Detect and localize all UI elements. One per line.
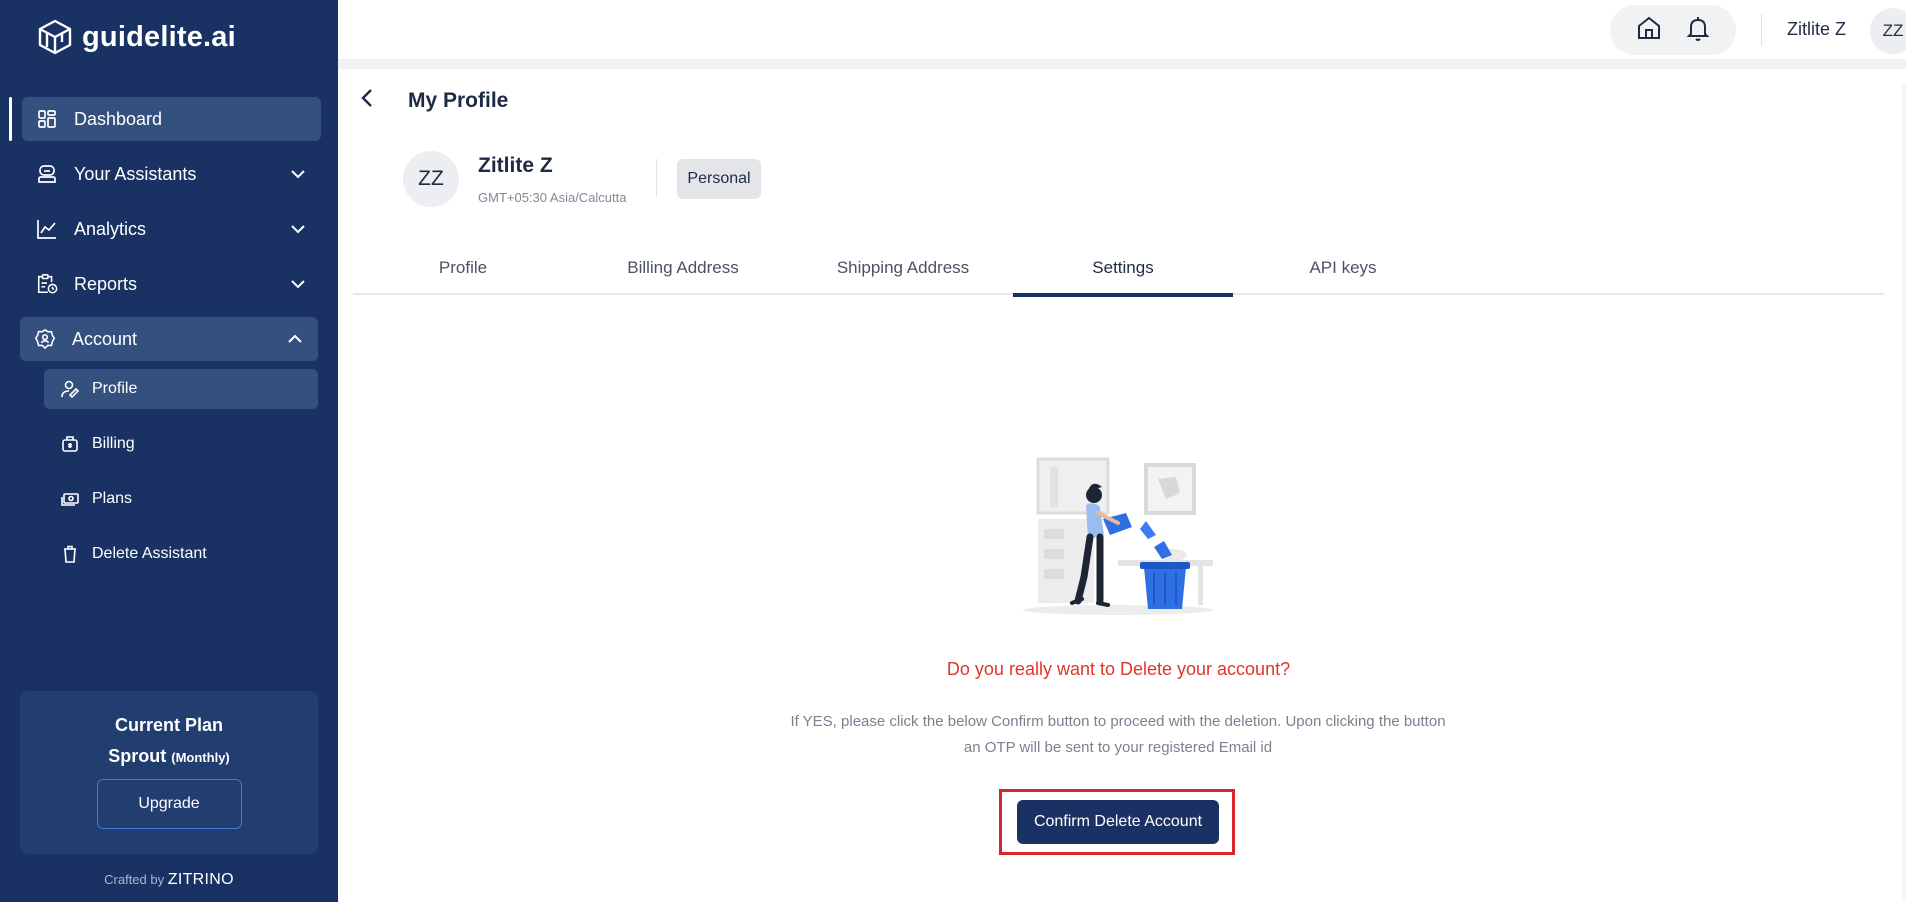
- active-indicator: [9, 97, 12, 141]
- chevron-down-icon: [291, 170, 305, 179]
- bell-icon[interactable]: [1684, 14, 1712, 47]
- tab-settings[interactable]: Settings: [1013, 250, 1233, 297]
- chevron-up-icon: [288, 334, 302, 343]
- plan-period: (Monthly): [171, 750, 230, 765]
- delete-description: If YES, please click the below Confirm b…: [740, 709, 1496, 761]
- delete-confirmation-question: Do you really want to Delete your accoun…: [946, 659, 1291, 679]
- sidebar-item-your-assistants[interactable]: Your Assistants: [22, 152, 321, 196]
- sidebar-subitem-plans[interactable]: Plans: [44, 479, 318, 519]
- profile-avatar: ZZ: [403, 151, 459, 207]
- delete-account-illustration: [1023, 457, 1213, 615]
- home-icon[interactable]: [1635, 14, 1663, 47]
- sidebar-subitem-label: Plans: [92, 490, 133, 507]
- money-icon: [60, 489, 80, 509]
- tab-profile[interactable]: Profile: [353, 250, 573, 295]
- sidebar-item-dashboard[interactable]: Dashboard: [22, 97, 321, 141]
- sidebar-subitem-profile[interactable]: Profile: [44, 369, 318, 409]
- confirm-delete-account-button[interactable]: Confirm Delete Account: [1017, 800, 1219, 844]
- current-plan-card: Current Plan Sprout (Monthly) Upgrade: [20, 691, 318, 854]
- sidebar-item-reports[interactable]: Reports: [22, 262, 321, 306]
- sidebar-subitem-label: Delete Assistant: [92, 545, 207, 562]
- dashboard-icon: [36, 108, 58, 130]
- sidebar-item-label: Dashboard: [74, 108, 163, 129]
- sidebar-item-analytics[interactable]: Analytics: [22, 207, 321, 251]
- header-divider: [1761, 14, 1762, 46]
- logo-icon: [38, 19, 72, 55]
- profile-tabs: Profile Billing Address Shipping Address…: [353, 250, 1884, 297]
- user-edit-icon: [60, 379, 80, 399]
- tab-shipping-address[interactable]: Shipping Address: [793, 250, 1013, 295]
- crafted-prefix: Crafted by: [104, 872, 165, 887]
- header-icon-group: [1610, 5, 1736, 55]
- trash-icon: [60, 544, 80, 564]
- sidebar-subitem-billing[interactable]: Billing: [44, 424, 318, 464]
- tab-billing-address[interactable]: Billing Address: [573, 250, 793, 295]
- tab-api-keys[interactable]: API keys: [1233, 250, 1453, 295]
- logo-text: guidelite.ai: [82, 20, 236, 53]
- account-type-badge: Personal: [677, 159, 761, 199]
- sidebar-item-label: Your Assistants: [74, 163, 197, 184]
- billing-icon: [60, 434, 80, 454]
- sidebar-item-label: Reports: [74, 273, 138, 294]
- reports-icon: [36, 273, 58, 295]
- crafted-by: Crafted by ZITRINO: [0, 871, 338, 889]
- header-user-name[interactable]: Zitlite Z: [1787, 19, 1846, 40]
- sidebar-subitem-label: Profile: [92, 380, 138, 397]
- sidebar-subitem-delete-assistant[interactable]: Delete Assistant: [44, 534, 318, 574]
- account-gear-icon: [34, 328, 56, 350]
- chevron-down-icon: [291, 225, 305, 234]
- back-arrow-icon[interactable]: [356, 86, 380, 115]
- sidebar: guidelite.ai Dashboard Your Assistants A…: [0, 0, 338, 902]
- sidebar-item-label: Analytics: [74, 218, 147, 239]
- delete-description-line: If YES, please click the below Confirm b…: [790, 713, 1446, 730]
- app-logo[interactable]: guidelite.ai: [36, 18, 236, 56]
- sidebar-item-account[interactable]: Account: [20, 317, 318, 361]
- plan-name-text: Sprout: [108, 746, 167, 766]
- sidebar-subitem-label: Billing: [92, 435, 135, 452]
- top-bar-divider: [338, 60, 1906, 69]
- upgrade-button[interactable]: Upgrade: [96, 779, 242, 829]
- profile-timezone: GMT+05:30 Asia/Calcutta: [478, 190, 627, 205]
- page-title: My Profile: [408, 89, 509, 112]
- chevron-down-icon: [291, 280, 305, 289]
- profile-name: Zitlite Z: [478, 154, 553, 177]
- crafted-brand[interactable]: ZITRINO: [168, 871, 234, 888]
- sidebar-item-label: Account: [72, 328, 138, 349]
- profile-separator: [656, 159, 657, 197]
- scrollbar[interactable]: [1902, 85, 1906, 902]
- delete-description-line: an OTP will be sent to your registered E…: [963, 739, 1273, 756]
- plan-title: Current Plan: [114, 715, 224, 735]
- plan-name: Sprout (Monthly): [20, 746, 318, 767]
- analytics-icon: [36, 218, 58, 240]
- assistant-icon: [36, 163, 58, 185]
